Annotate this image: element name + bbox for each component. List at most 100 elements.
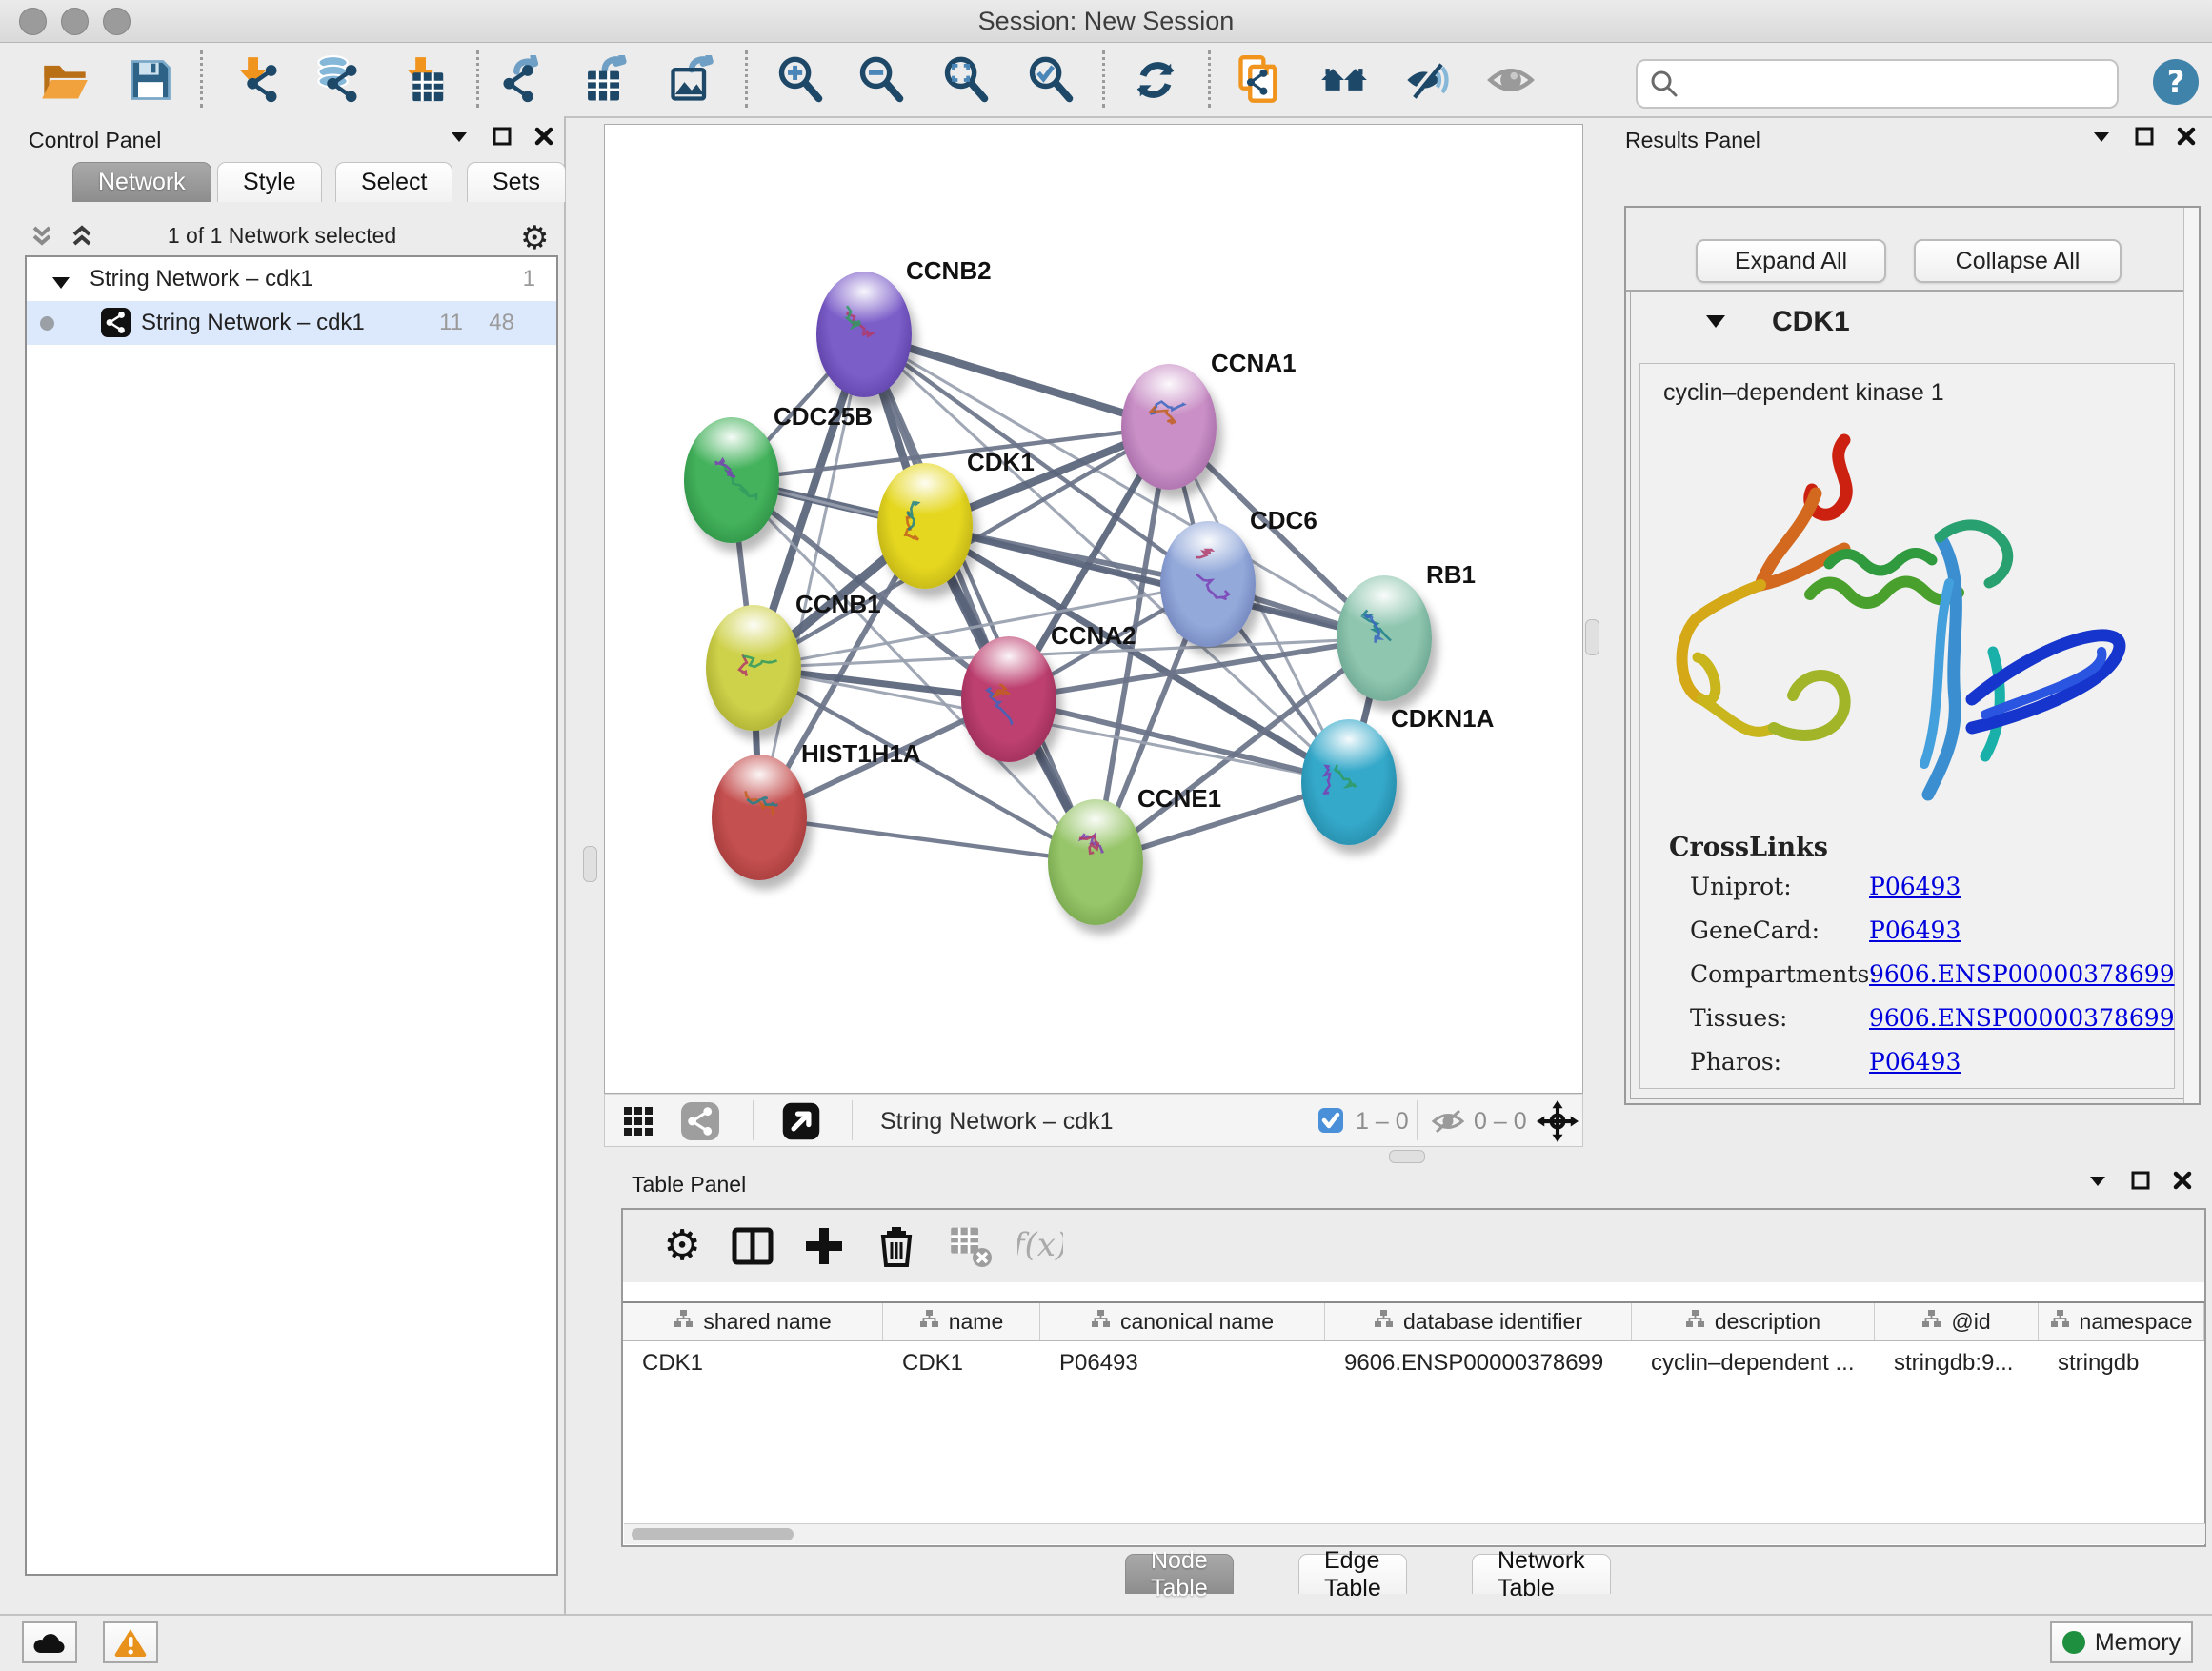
table-horizontal-scrollbar[interactable]	[624, 1523, 2205, 1544]
network-node-ccnb2[interactable]	[816, 272, 912, 397]
column-header-description[interactable]: description	[1632, 1303, 1875, 1340]
string-protein-query-icon[interactable]	[1235, 55, 1284, 105]
crosslink-value-link[interactable]: P06493	[1869, 1048, 1961, 1076]
zoom-out-icon[interactable]	[856, 55, 906, 105]
string-home-icon[interactable]	[1319, 55, 1369, 105]
results-scrollbar[interactable]	[2183, 208, 2199, 1103]
column-header--id[interactable]: @id	[1875, 1303, 2039, 1340]
panel-close-icon[interactable]	[2172, 1170, 2193, 1196]
network-node-cdkn1a[interactable]	[1301, 719, 1397, 845]
table-cell[interactable]: CDK1	[623, 1342, 883, 1384]
scrollbar-thumb[interactable]	[632, 1528, 794, 1540]
grid-view-icon[interactable]	[623, 1106, 654, 1141]
string-hide-glass-icon[interactable]	[1403, 55, 1453, 105]
collapse-all-button[interactable]: Collapse All	[1914, 239, 2122, 283]
function-builder-icon[interactable]: f(x)	[1017, 1223, 1063, 1269]
search-input[interactable]	[1691, 65, 2104, 101]
column-header-canonical-name[interactable]: canonical name	[1040, 1303, 1325, 1340]
crosslink-value-link[interactable]: 9606.ENSP00000378699	[1869, 1004, 2175, 1032]
selected-checkbox-icon[interactable]	[1317, 1107, 1344, 1138]
network-node-ccnb1[interactable]	[706, 605, 801, 731]
panel-float-icon[interactable]	[2130, 1170, 2151, 1196]
tab-node-table[interactable]: Node Table	[1125, 1554, 1234, 1594]
tab-select[interactable]: Select	[335, 162, 452, 202]
panel-close-icon[interactable]	[2176, 126, 2197, 151]
string-eye-icon[interactable]	[1486, 55, 1536, 105]
zoom-in-icon[interactable]	[775, 55, 825, 105]
section-caret-icon[interactable]	[1705, 313, 1726, 334]
columns-icon[interactable]	[730, 1223, 775, 1269]
delete-column-icon[interactable]	[874, 1223, 919, 1269]
export-image-icon[interactable]	[667, 55, 716, 105]
zoom-fit-icon[interactable]	[941, 55, 991, 105]
panel-float-icon[interactable]	[2134, 126, 2155, 151]
right-splitter-handle[interactable]	[1585, 619, 1599, 655]
import-table-icon[interactable]	[401, 55, 451, 105]
tab-sets[interactable]: Sets	[467, 162, 566, 202]
gene-section-header[interactable]: CDK1	[1631, 292, 2183, 352]
network-node-hist1h1a[interactable]	[712, 755, 807, 880]
table-row[interactable]: CDK1CDK1P064939606.ENSP00000378699cyclin…	[623, 1342, 2204, 1384]
network-node-cdc25b[interactable]	[684, 417, 779, 543]
open-in-new-icon[interactable]	[781, 1101, 821, 1146]
delete-table-icon[interactable]	[948, 1223, 994, 1269]
column-header-label: @id	[1951, 1309, 1990, 1335]
panel-menu-caret-icon[interactable]	[449, 126, 470, 151]
network-node-ccna2[interactable]	[961, 636, 1056, 762]
import-network-file-icon[interactable]	[233, 55, 283, 105]
table-cell[interactable]: cyclin–dependent ...	[1632, 1342, 1875, 1384]
network-collection-row[interactable]: String Network – cdk1 1	[27, 257, 556, 301]
column-header-name[interactable]: name	[883, 1303, 1040, 1340]
gear-icon[interactable]: ⚙	[659, 1223, 705, 1269]
network-row-selected[interactable]: String Network – cdk1 11 48	[27, 301, 556, 345]
panel-close-icon[interactable]	[533, 126, 554, 151]
cloud-status-button[interactable]	[22, 1621, 77, 1663]
network-node-rb1[interactable]	[1337, 575, 1432, 701]
tab-edge-table[interactable]: Edge Table	[1298, 1554, 1407, 1594]
crosslink-row: GeneCard:P06493	[1690, 916, 1820, 944]
column-header-shared-name[interactable]: shared name	[623, 1303, 883, 1340]
network-selected-status: 1 of 1 Network selected	[0, 223, 564, 249]
network-canvas[interactable]: CCNB2CCNA1CDC25BCDK1CDC6RB1CCNB1CCNA2CDK…	[604, 124, 1583, 1094]
zoom-selected-icon[interactable]	[1026, 55, 1076, 105]
save-session-icon[interactable]	[126, 55, 175, 105]
crosslink-value-link[interactable]: 9606.ENSP00000378699	[1869, 960, 2175, 988]
panel-menu-caret-icon[interactable]	[2091, 126, 2112, 151]
add-column-icon[interactable]	[801, 1223, 847, 1269]
refresh-icon[interactable]	[1131, 55, 1180, 105]
table-cell[interactable]: stringdb:9...	[1875, 1342, 2039, 1384]
search-box[interactable]	[1636, 59, 2119, 109]
table-cell[interactable]: CDK1	[883, 1342, 1040, 1384]
warning-status-button[interactable]	[103, 1621, 158, 1663]
network-node-ccna1[interactable]	[1121, 364, 1217, 490]
panel-float-icon[interactable]	[492, 126, 513, 151]
export-network-icon[interactable]	[500, 55, 550, 105]
open-session-icon[interactable]	[40, 55, 90, 105]
birds-eye-share-icon[interactable]	[681, 1102, 719, 1145]
table-cell[interactable]: stringdb	[2039, 1342, 2204, 1384]
left-splitter-handle[interactable]	[583, 846, 597, 882]
column-header-database-identifier[interactable]: database identifier	[1325, 1303, 1632, 1340]
memory-button[interactable]: Memory	[2050, 1621, 2193, 1663]
crosslink-value-link[interactable]: P06493	[1869, 873, 1961, 900]
network-node-cdc6[interactable]	[1160, 521, 1256, 647]
tab-network[interactable]: Network	[72, 162, 211, 202]
hidden-eye-icon[interactable]	[1432, 1107, 1464, 1140]
tab-network-table[interactable]: Network Table	[1472, 1554, 1611, 1594]
expand-all-button[interactable]: Expand All	[1696, 239, 1886, 283]
export-table-icon[interactable]	[582, 55, 632, 105]
network-node-cdk1[interactable]	[877, 463, 973, 589]
tree-options-gear-icon[interactable]: ⚙	[520, 219, 549, 257]
network-share-badge-icon	[101, 308, 131, 344]
tab-style[interactable]: Style	[217, 162, 322, 202]
table-cell[interactable]: P06493	[1040, 1342, 1325, 1384]
tree-caret-icon[interactable]	[51, 271, 70, 297]
column-header-namespace[interactable]: namespace	[2039, 1303, 2204, 1340]
import-network-database-icon[interactable]	[313, 55, 363, 105]
table-cell[interactable]: 9606.ENSP00000378699	[1325, 1342, 1632, 1384]
help-icon[interactable]: ?	[2151, 57, 2201, 107]
network-node-ccne1[interactable]	[1048, 799, 1143, 925]
panel-menu-caret-icon[interactable]	[2087, 1170, 2108, 1196]
crosslink-value-link[interactable]: P06493	[1869, 916, 1961, 944]
move-crosshair-icon[interactable]	[1537, 1100, 1579, 1147]
